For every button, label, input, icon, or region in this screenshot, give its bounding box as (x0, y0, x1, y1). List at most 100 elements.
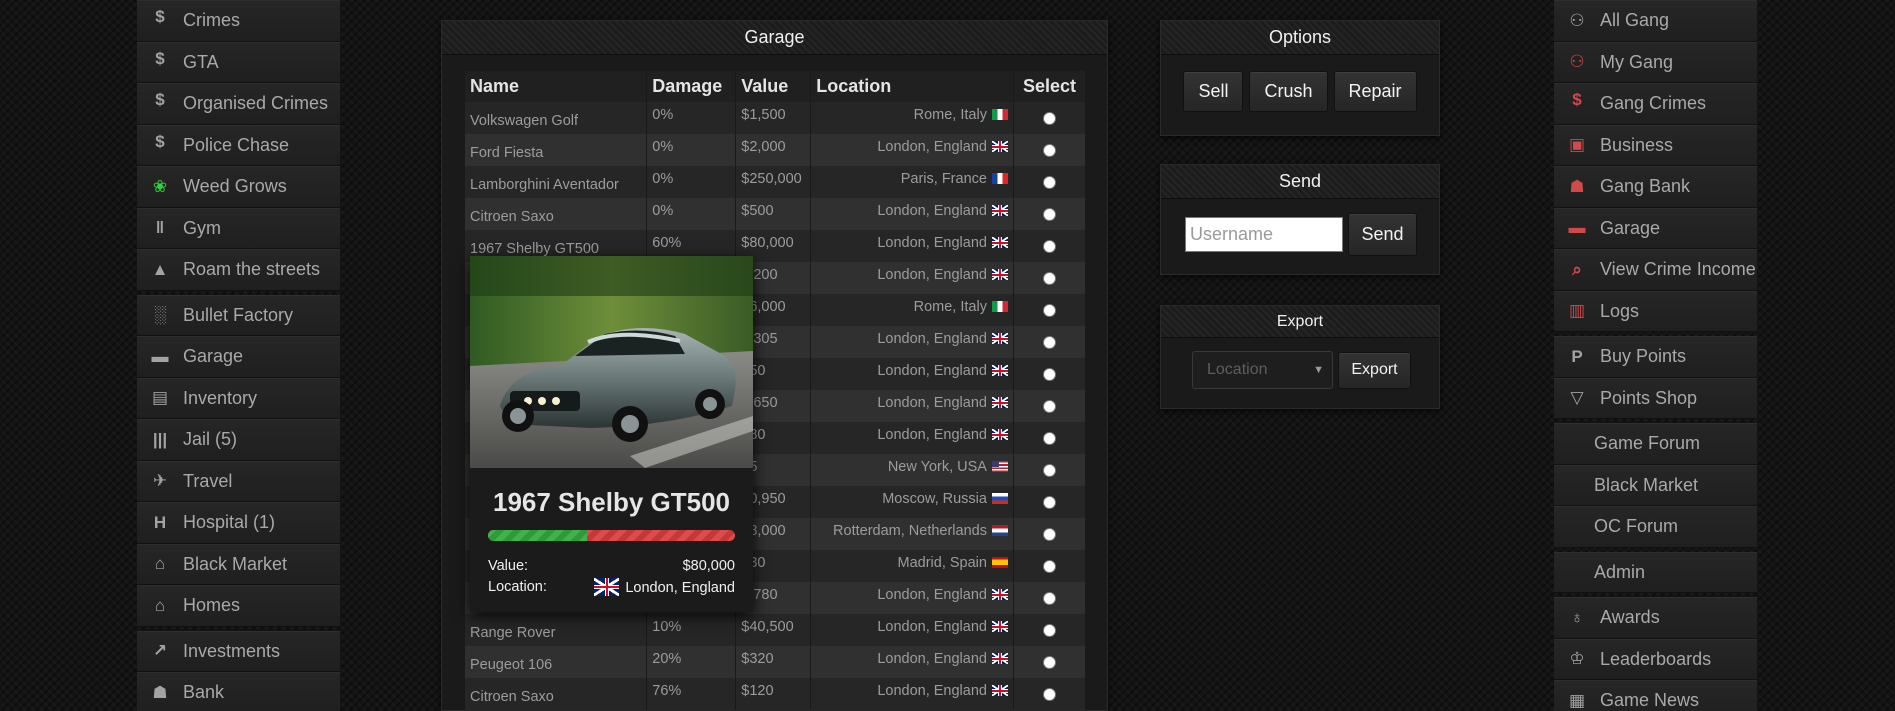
car-location-text: Rome, Italy (913, 107, 987, 123)
hospital-icon: H (153, 512, 167, 532)
repair-button[interactable]: Repair (1333, 71, 1417, 112)
send-button[interactable]: Send (1348, 213, 1417, 256)
left-nav-gym[interactable]: ‖ Gym (137, 207, 340, 249)
right-nav-view-crime-income[interactable]: ⌕ View Crime Income (1554, 249, 1757, 291)
left-nav-gta[interactable]: $ GTA (137, 41, 340, 83)
crush-button[interactable]: Crush (1249, 71, 1328, 112)
left-nav-garage[interactable]: ▬ Garage (137, 336, 340, 378)
select-radio[interactable] (1042, 591, 1056, 605)
left-nav-investments[interactable]: ↗ Investments (137, 630, 340, 672)
left-nav-police-chase[interactable]: $ Police Chase (137, 124, 340, 166)
car-location-cell: Rotterdam, Netherlands (810, 518, 1014, 550)
select-radio[interactable] (1042, 687, 1056, 701)
right-nav-oc-forum[interactable]: OC Forum (1554, 506, 1757, 548)
select-radio[interactable] (1042, 303, 1056, 317)
select-radio[interactable] (1042, 399, 1056, 413)
nav-item-label: Gang Bank (1600, 176, 1691, 197)
select-radio[interactable] (1042, 239, 1056, 253)
car-location-text: Moscow, Russia (882, 491, 987, 507)
nav-item-label: Organised Crimes (183, 93, 329, 114)
dollar-icon: $ (155, 90, 165, 109)
car-value-cell: $500 (735, 198, 812, 230)
select-radio[interactable] (1042, 367, 1056, 381)
car-value-cell: $1,500 (735, 102, 812, 134)
col-damage-header: Damage (646, 71, 737, 102)
select-radio[interactable] (1042, 623, 1056, 637)
select-radio[interactable] (1042, 431, 1056, 445)
right-nav-black-market[interactable]: Black Market (1554, 464, 1757, 506)
sell-button[interactable]: Sell (1183, 71, 1244, 112)
left-nav-jail[interactable]: ||| Jail (5) (137, 419, 340, 461)
right-nav-group: Admin (1554, 551, 1757, 593)
select-radio[interactable] (1042, 143, 1056, 157)
car-location-cell: Paris, France (810, 166, 1014, 198)
right-nav-gang-bank[interactable]: ☗ Gang Bank (1554, 166, 1757, 208)
select-radio[interactable] (1042, 335, 1056, 349)
left-nav-homes[interactable]: ⌂ Homes (137, 585, 340, 627)
right-nav-admin[interactable]: Admin (1554, 551, 1757, 593)
nav-item-label: Police Chase (183, 134, 290, 155)
car-value-cell: $320 (735, 646, 812, 678)
select-radio[interactable] (1042, 655, 1056, 669)
left-nav-roam-the-streets[interactable]: ▲ Roam the streets (137, 249, 340, 291)
chart-line-icon: ↗ (152, 641, 168, 661)
nav-item-label: My Gang (1600, 51, 1674, 72)
car-location-text: London, England (877, 651, 987, 667)
right-nav-points-shop[interactable]: ▽ Points Shop (1554, 377, 1757, 419)
left-nav-travel[interactable]: ✈ Travel (137, 460, 340, 502)
car-select-cell (1013, 614, 1087, 646)
left-nav-hospital[interactable]: H Hospital (1) (137, 502, 340, 544)
nav-item-label: Business (1600, 134, 1674, 155)
left-nav-black-market[interactable]: ⌂ Black Market (137, 543, 340, 585)
left-nav-bank[interactable]: ☗ Bank (137, 672, 340, 711)
col-name-header: Name (465, 71, 648, 102)
car-name-cell: Citroen Saxo (465, 198, 648, 230)
select-radio[interactable] (1042, 271, 1056, 285)
right-nav-leaderboards[interactable]: ♔ Leaderboards (1554, 638, 1757, 680)
nav-item-label: Awards (1600, 607, 1660, 628)
right-nav-logs[interactable]: ▥ Logs (1554, 290, 1757, 332)
left-nav-organised-crimes[interactable]: $ Organised Crimes (137, 83, 340, 125)
car-select-cell (1013, 486, 1087, 518)
dollar-icon: $ (155, 7, 165, 26)
select-radio[interactable] (1042, 527, 1056, 541)
garage-table-header: Name Damage Value Location Select (465, 71, 1087, 102)
send-panel: Send Send (1160, 164, 1440, 275)
car-location-cell: London, England (810, 198, 1014, 230)
plane-icon: ✈ (152, 471, 168, 491)
right-nav-all-gang[interactable]: ⚇ All Gang (1554, 0, 1757, 42)
select-radio[interactable] (1042, 111, 1056, 125)
left-nav-weed-grows[interactable]: ❀ Weed Grows (137, 166, 340, 208)
username-input[interactable] (1185, 217, 1343, 252)
tooltip-value: $80,000 (682, 557, 735, 574)
right-nav-game-forum[interactable]: Game Forum (1554, 423, 1757, 465)
car-select-cell (1013, 102, 1087, 134)
left-nav-crimes[interactable]: $ Crimes (137, 0, 340, 42)
right-nav-business[interactable]: ▣ Business (1554, 124, 1757, 166)
select-radio[interactable] (1042, 207, 1056, 221)
car-select-cell (1013, 134, 1087, 166)
car-location-cell: Rome, Italy (810, 294, 1014, 326)
left-nav-inventory[interactable]: ▤ Inventory (137, 377, 340, 419)
car-location-text: Madrid, Spain (897, 555, 987, 571)
select-radio[interactable] (1042, 559, 1056, 573)
select-radio[interactable] (1042, 175, 1056, 189)
left-nav-bullet-factory[interactable]: ░ Bullet Factory (137, 294, 340, 336)
location-select-value: Location (1207, 361, 1268, 378)
right-nav-awards[interactable]: ♁ Awards (1554, 597, 1757, 639)
select-radio[interactable] (1042, 463, 1056, 477)
es-flag-icon (991, 557, 1008, 568)
select-radio[interactable] (1042, 495, 1056, 509)
right-nav-my-gang[interactable]: ⚇ My Gang (1554, 41, 1757, 83)
export-button[interactable]: Export (1338, 351, 1411, 389)
right-nav-buy-points[interactable]: P Buy Points (1554, 336, 1757, 378)
nav-item-label: Travel (183, 470, 233, 491)
right-nav-gang-crimes[interactable]: $ Gang Crimes (1554, 83, 1757, 125)
right-nav-game-news[interactable]: ▦ Game News (1554, 680, 1757, 711)
us-flag-icon (991, 461, 1008, 472)
car-select-cell (1013, 390, 1087, 422)
car-location-cell: London, England (810, 230, 1014, 262)
right-nav-garage[interactable]: ▬ Garage (1554, 207, 1757, 249)
location-select[interactable]: Location ▼ (1192, 351, 1333, 389)
tooltip-value-row: Value: $80,000 (488, 555, 735, 576)
